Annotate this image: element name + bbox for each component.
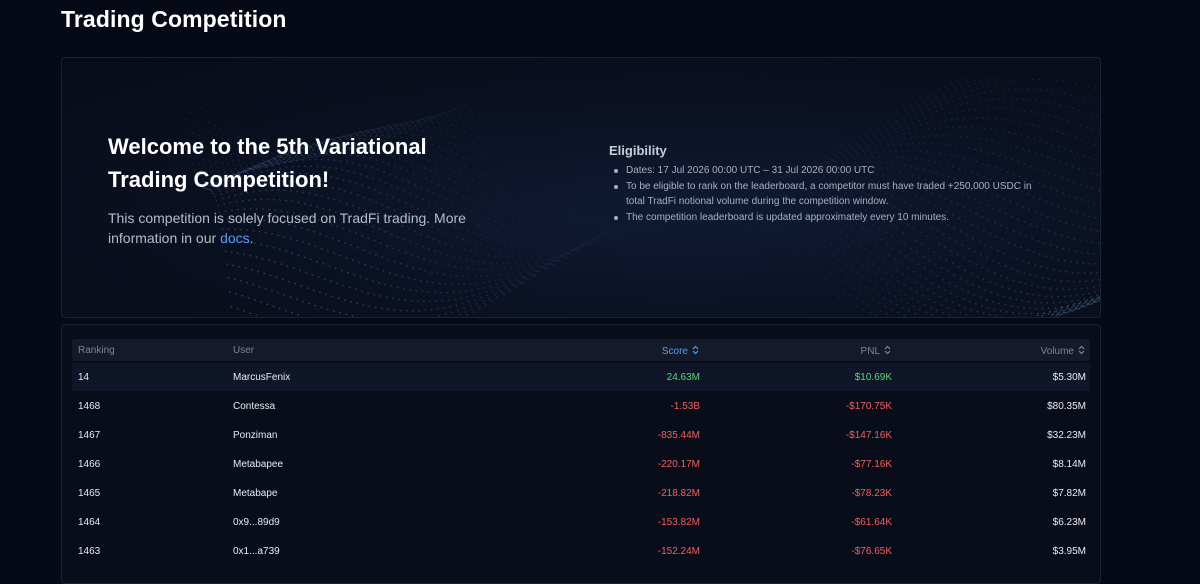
cell-user: Contessa: [233, 401, 275, 412]
cell-score: -220.17M: [658, 459, 700, 470]
hero-description: This competition is solely focused on Tr…: [108, 208, 488, 248]
cell-pnl: -$61.64K: [851, 517, 892, 528]
cell-pnl: -$147.16K: [846, 430, 892, 441]
table-header: Ranking User Score PNL Volume: [72, 339, 1090, 361]
eligibility-section: Eligibility Dates: 17 Jul 2026 00:00 UTC…: [609, 143, 1049, 225]
cell-score: -835.44M: [658, 430, 700, 441]
cell-pnl: -$76.65K: [851, 546, 892, 557]
cell-pnl: -$78.23K: [851, 488, 892, 499]
cell-ranking: 1464: [78, 517, 100, 528]
page-title: Trading Competition: [61, 6, 287, 33]
column-header-user: User: [233, 345, 254, 356]
cell-user: Ponziman: [233, 430, 277, 441]
cell-volume: $5.30M: [1053, 372, 1086, 383]
column-header-score-label: Score: [662, 346, 688, 357]
cell-volume: $7.82M: [1053, 488, 1086, 499]
cell-ranking: 1466: [78, 459, 100, 470]
eligibility-item-dates: Dates: 17 Jul 2026 00:00 UTC – 31 Jul 20…: [609, 163, 1049, 179]
table-row[interactable]: 14 MarcusFenix 24.63M $10.69K $5.30M: [72, 363, 1090, 391]
table-row[interactable]: 1468 Contessa -1.53B -$170.75K $80.35M: [72, 392, 1090, 420]
cell-user: Metabape: [233, 488, 277, 499]
cell-ranking: 14: [78, 372, 89, 383]
cell-user: 0x1...a739: [233, 546, 280, 557]
table-row[interactable]: 1467 Ponziman -835.44M -$147.16K $32.23M: [72, 421, 1090, 449]
cell-score: -152.24M: [658, 546, 700, 557]
hero-heading: Welcome to the 5th Variational Trading C…: [108, 130, 488, 196]
cell-ranking: 1467: [78, 430, 100, 441]
cell-score: -1.53B: [671, 401, 700, 412]
cell-volume: $80.35M: [1047, 401, 1086, 412]
column-header-ranking: Ranking: [78, 345, 115, 356]
cell-score: 24.63M: [667, 372, 700, 383]
eligibility-title: Eligibility: [609, 143, 1049, 158]
column-header-volume[interactable]: Volume: [1041, 345, 1085, 357]
cell-pnl: -$170.75K: [846, 401, 892, 412]
cell-ranking: 1463: [78, 546, 100, 557]
sort-icon: [884, 345, 891, 355]
leaderboard-table: Ranking User Score PNL Volume 14 MarcusF…: [61, 324, 1101, 584]
cell-volume: $8.14M: [1053, 459, 1086, 470]
eligibility-item-update: The competition leaderboard is updated a…: [609, 210, 1049, 226]
eligibility-item-volume: To be eligible to rank on the leaderboar…: [609, 179, 1049, 210]
column-header-score[interactable]: Score: [662, 345, 699, 357]
cell-volume: $3.95M: [1053, 546, 1086, 557]
cell-user: Metabapee: [233, 459, 283, 470]
sort-icon: [1078, 345, 1085, 355]
hero-description-suffix: .: [250, 230, 254, 246]
cell-volume: $32.23M: [1047, 430, 1086, 441]
cell-volume: $6.23M: [1053, 517, 1086, 528]
column-header-pnl-label: PNL: [861, 346, 880, 357]
column-header-volume-label: Volume: [1041, 346, 1074, 357]
eligibility-list: Dates: 17 Jul 2026 00:00 UTC – 31 Jul 20…: [609, 163, 1049, 225]
cell-user: 0x9...89d9: [233, 517, 280, 528]
table-row[interactable]: 1466 Metabapee -220.17M -$77.16K $8.14M: [72, 450, 1090, 478]
cell-pnl: -$77.16K: [851, 459, 892, 470]
cell-ranking: 1468: [78, 401, 100, 412]
cell-ranking: 1465: [78, 488, 100, 499]
docs-link[interactable]: docs: [220, 230, 250, 246]
hero-description-text: This competition is solely focused on Tr…: [108, 210, 466, 246]
sort-icon: [692, 345, 699, 355]
hero-banner: Welcome to the 5th Variational Trading C…: [61, 57, 1101, 318]
table-row[interactable]: 1464 0x9...89d9 -153.82M -$61.64K $6.23M: [72, 508, 1090, 536]
table-row[interactable]: 1465 Metabape -218.82M -$78.23K $7.82M: [72, 479, 1090, 507]
column-header-pnl[interactable]: PNL: [861, 345, 891, 357]
cell-score: -218.82M: [658, 488, 700, 499]
table-row[interactable]: 1463 0x1...a739 -152.24M -$76.65K $3.95M: [72, 537, 1090, 565]
cell-score: -153.82M: [658, 517, 700, 528]
cell-pnl: $10.69K: [855, 372, 892, 383]
cell-user: MarcusFenix: [233, 372, 290, 383]
